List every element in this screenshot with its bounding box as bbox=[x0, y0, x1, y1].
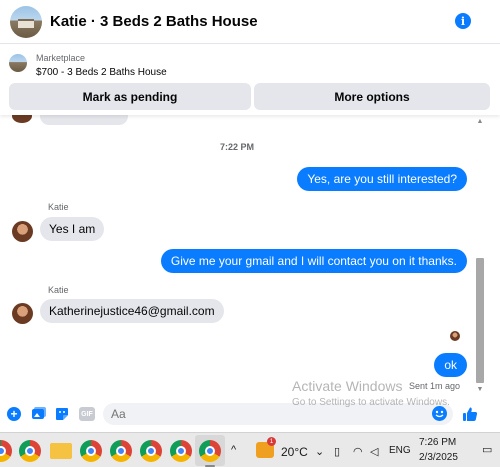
sent-status: Sent 1m ago bbox=[409, 381, 461, 391]
language-indicator[interactable]: ENG bbox=[389, 445, 411, 456]
message-timestamp: 7:22 PM bbox=[219, 142, 254, 152]
chrome-app-icon[interactable] bbox=[80, 440, 102, 462]
emoji-icon[interactable] bbox=[432, 406, 447, 421]
temperature[interactable]: 20°C bbox=[281, 445, 308, 459]
photo-icon[interactable] bbox=[31, 407, 46, 421]
contact-avatar bbox=[12, 115, 32, 123]
seen-indicator-avatar bbox=[450, 331, 460, 341]
house-image bbox=[18, 19, 34, 28]
sender-name: Katie bbox=[48, 202, 69, 212]
chat-header: Katie · 3 Beds 2 Baths House i bbox=[0, 0, 500, 44]
wifi-icon[interactable]: ◠ bbox=[353, 445, 363, 458]
sticker-icon[interactable] bbox=[55, 407, 69, 421]
windows-taskbar: ^ 1 20°C ⌄ ▯ ◠ ◁ ENG 7:26 PM 2/3/2025 ▭ bbox=[0, 432, 500, 467]
chrome-app-icon[interactable] bbox=[199, 440, 221, 462]
chat-title[interactable]: Katie · 3 Beds 2 Baths House bbox=[50, 13, 258, 30]
message-input[interactable] bbox=[103, 403, 453, 425]
incoming-message[interactable]: Katherinejustice46@gmail.com bbox=[40, 299, 224, 323]
file-explorer-icon[interactable] bbox=[50, 443, 72, 459]
gif-icon[interactable]: GIF bbox=[79, 407, 95, 421]
contact-avatar[interactable] bbox=[12, 221, 33, 242]
messenger-window: Katie · 3 Beds 2 Baths House i Marketpla… bbox=[0, 0, 500, 432]
notification-icon[interactable]: ▭ bbox=[482, 443, 492, 456]
chrome-app-icon[interactable] bbox=[0, 440, 12, 462]
marketplace-panel: Marketplace $700 - 3 Beds 2 Baths House … bbox=[0, 45, 500, 115]
message-composer: + GIF bbox=[0, 400, 500, 430]
weather-badge: 1 bbox=[267, 437, 276, 446]
outgoing-message[interactable]: ok bbox=[434, 353, 467, 377]
like-icon[interactable] bbox=[462, 406, 478, 421]
chrome-app-icon[interactable] bbox=[170, 440, 192, 462]
outgoing-message[interactable]: Yes, are you still interested? bbox=[297, 167, 467, 191]
info-icon[interactable]: i bbox=[455, 13, 471, 29]
outgoing-message[interactable]: Give me your gmail and I will contact yo… bbox=[160, 249, 467, 273]
scroll-up-icon[interactable]: ▲ bbox=[476, 118, 484, 126]
battery-icon[interactable]: ▯ bbox=[334, 445, 340, 458]
clock-date[interactable]: 2/3/2025 bbox=[419, 452, 458, 463]
contact-avatar[interactable] bbox=[12, 303, 33, 324]
tray-chevron-icon[interactable]: ^ bbox=[231, 444, 236, 456]
chrome-app-icon[interactable] bbox=[140, 440, 162, 462]
incoming-message[interactable]: Yes I am bbox=[40, 217, 105, 241]
chat-scrollbar[interactable]: ▲ ▼ bbox=[474, 118, 486, 395]
more-options-button[interactable]: More options bbox=[254, 83, 490, 110]
listing-description[interactable]: $700 - 3 Beds 2 Baths House bbox=[36, 67, 167, 78]
chrome-app-icon[interactable] bbox=[19, 440, 41, 462]
previous-message-bubble bbox=[40, 115, 128, 125]
scrollbar-thumb[interactable] bbox=[476, 258, 484, 383]
speaker-icon[interactable]: ◁ bbox=[370, 445, 378, 458]
message-list[interactable]: 7:22 PM Yes, are you still interested? K… bbox=[0, 115, 487, 395]
clock-time[interactable]: 7:26 PM bbox=[419, 437, 456, 448]
sender-name: Katie bbox=[48, 285, 69, 295]
chevron-down-icon[interactable]: ⌄ bbox=[315, 445, 324, 458]
mark-as-pending-button[interactable]: Mark as pending bbox=[9, 83, 251, 110]
plus-icon[interactable]: + bbox=[7, 407, 21, 421]
marketplace-label: Marketplace bbox=[36, 53, 86, 63]
listing-avatar[interactable] bbox=[10, 6, 42, 38]
chrome-app-icon[interactable] bbox=[110, 440, 132, 462]
listing-thumbnail[interactable] bbox=[9, 54, 27, 72]
scroll-down-icon[interactable]: ▼ bbox=[476, 386, 484, 394]
